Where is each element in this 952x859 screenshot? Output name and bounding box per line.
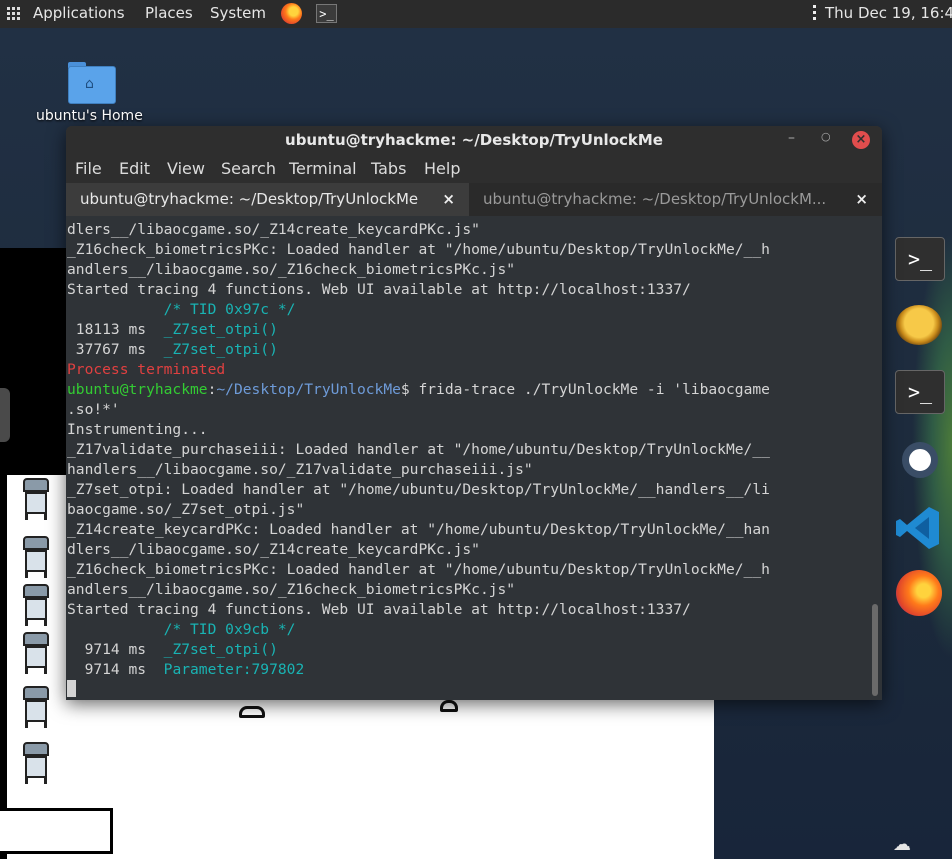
places-menu[interactable]: Places xyxy=(145,4,193,22)
top-panel: Applications Places System >_ Thu Dec 19… xyxy=(0,0,952,28)
game-prop xyxy=(440,700,458,712)
scrollbar-thumb[interactable] xyxy=(872,604,878,696)
character-sprite xyxy=(19,686,53,730)
output-line: baocgame.so/_Z7set_otpi.js" xyxy=(67,501,305,518)
settings-gear-icon[interactable] xyxy=(902,442,938,478)
output-line: _Z17validate_purchaseiii: Loaded handler… xyxy=(67,441,770,458)
prompt-path: ~/Desktop/TryUnlockMe xyxy=(216,381,401,398)
close-tab-icon[interactable]: × xyxy=(442,183,455,216)
menu-search[interactable]: Search xyxy=(221,159,276,178)
output-line: _Z7set_otpi: Loaded handler at "/home/ub… xyxy=(67,481,770,498)
terminal-menubar: File Edit View Search Terminal Tabs Help xyxy=(66,154,882,183)
close-icon[interactable]: × xyxy=(852,131,870,149)
terminal-tabbar: ubuntu@tryhackme: ~/Desktop/TryUnlockMe … xyxy=(66,183,882,216)
output-line: andlers__/libaocgame.so/_Z16check_biomet… xyxy=(67,581,516,598)
trace-time: 9714 ms xyxy=(67,641,164,658)
output-line: .so!*' xyxy=(67,401,120,418)
process-terminated-line: Process terminated xyxy=(67,361,226,378)
firefox-icon[interactable] xyxy=(896,570,942,616)
output-line: _Z14create_keycardPKc: Loaded handler at… xyxy=(67,521,770,538)
output-line: Instrumenting... xyxy=(67,421,208,438)
output-line: _Z16check_biometricsPKc: Loaded handler … xyxy=(67,561,770,578)
trace-parameter: Parameter:797802 xyxy=(163,661,305,678)
menu-file[interactable]: File xyxy=(75,159,102,178)
notification-icon[interactable]: ☁ xyxy=(893,834,919,855)
menu-view[interactable]: View xyxy=(167,159,205,178)
home-folder-icon[interactable]: ⌂ xyxy=(68,62,116,104)
tab-terminal-2[interactable]: ubuntu@tryhackme: ~/Desktop/TryUnlockM..… xyxy=(469,183,882,216)
output-line: _Z16check_biometricsPKc: Loaded handler … xyxy=(67,241,770,258)
house-icon: ⌂ xyxy=(85,76,94,92)
terminal-output: dlers__/libaocgame.so/_Z14create_keycard… xyxy=(67,221,770,678)
character-sprite xyxy=(19,536,53,580)
maximize-icon[interactable]: ○ xyxy=(821,130,831,143)
kebab-menu-icon[interactable] xyxy=(813,5,817,23)
prompt-command: $ frida-trace ./TryUnlockMe -i 'libaocga… xyxy=(400,381,770,398)
window-title: ubuntu@tryhackme: ~/Desktop/TryUnlockMe xyxy=(285,131,663,149)
tab-terminal-1[interactable]: ubuntu@tryhackme: ~/Desktop/TryUnlockMe … xyxy=(66,183,469,216)
terminal-icon[interactable]: >_ xyxy=(895,237,945,281)
output-line: dlers__/libaocgame.so/_Z14create_keycard… xyxy=(67,221,480,238)
character-sprite xyxy=(19,478,53,522)
trace-time: 18113 ms xyxy=(67,321,164,338)
menu-terminal[interactable]: Terminal xyxy=(289,159,357,178)
terminal-icon[interactable]: >_ xyxy=(316,4,337,23)
minimize-icon[interactable]: – xyxy=(788,130,795,146)
system-menu[interactable]: System xyxy=(210,4,266,22)
trace-call: _Z7set_otpi() xyxy=(163,641,278,658)
output-line: andlers__/libaocgame.so/_Z16check_biomet… xyxy=(67,261,516,278)
trace-call: _Z7set_otpi() xyxy=(163,321,278,338)
firefox-icon[interactable] xyxy=(281,3,302,24)
menu-help[interactable]: Help xyxy=(424,159,460,178)
tab-label: ubuntu@tryhackme: ~/Desktop/TryUnlockMe xyxy=(80,190,419,208)
prompt-user: ubuntu@tryhackme xyxy=(67,381,208,398)
character-sprite xyxy=(19,632,53,676)
trace-time: 37767 ms xyxy=(67,341,164,358)
home-folder-label[interactable]: ubuntu's Home xyxy=(36,108,143,124)
trace-time: 9714 ms xyxy=(67,661,164,678)
character-sprite xyxy=(19,742,53,786)
game-text-box xyxy=(0,808,113,854)
applications-menu[interactable]: Applications xyxy=(33,4,125,22)
output-line: handlers__/libaocgame.so/_Z17validate_pu… xyxy=(67,461,533,478)
trace-tid-comment: /* TID 0x97c */ xyxy=(163,301,296,318)
apps-grid-icon[interactable] xyxy=(7,7,21,21)
vscode-icon[interactable] xyxy=(893,503,943,553)
side-panel-handle[interactable] xyxy=(0,388,10,442)
text-cursor xyxy=(67,680,76,697)
output-line: Started tracing 4 functions. Web UI avai… xyxy=(67,281,691,298)
tab-label: ubuntu@tryhackme: ~/Desktop/TryUnlockM..… xyxy=(483,190,827,208)
character-sprite xyxy=(19,584,53,628)
clock[interactable]: Thu Dec 19, 16:42 xyxy=(825,4,952,22)
coin-game-icon[interactable] xyxy=(896,305,942,345)
output-line: Started tracing 4 functions. Web UI avai… xyxy=(67,601,691,618)
menu-edit[interactable]: Edit xyxy=(119,159,150,178)
terminal-titlebar[interactable]: ubuntu@tryhackme: ~/Desktop/TryUnlockMe … xyxy=(66,126,882,154)
close-tab-icon[interactable]: × xyxy=(855,183,868,216)
game-prop xyxy=(239,706,265,718)
terminal-output-area[interactable]: dlers__/libaocgame.so/_Z14create_keycard… xyxy=(66,216,874,700)
trace-tid-comment: /* TID 0x9cb */ xyxy=(163,621,296,638)
trace-call: _Z7set_otpi() xyxy=(163,341,278,358)
output-line: dlers__/libaocgame.so/_Z14create_keycard… xyxy=(67,541,480,558)
menu-tabs[interactable]: Tabs xyxy=(371,159,406,178)
terminal-icon[interactable]: >_ xyxy=(895,370,945,414)
terminal-window[interactable]: ubuntu@tryhackme: ~/Desktop/TryUnlockMe … xyxy=(66,126,882,700)
